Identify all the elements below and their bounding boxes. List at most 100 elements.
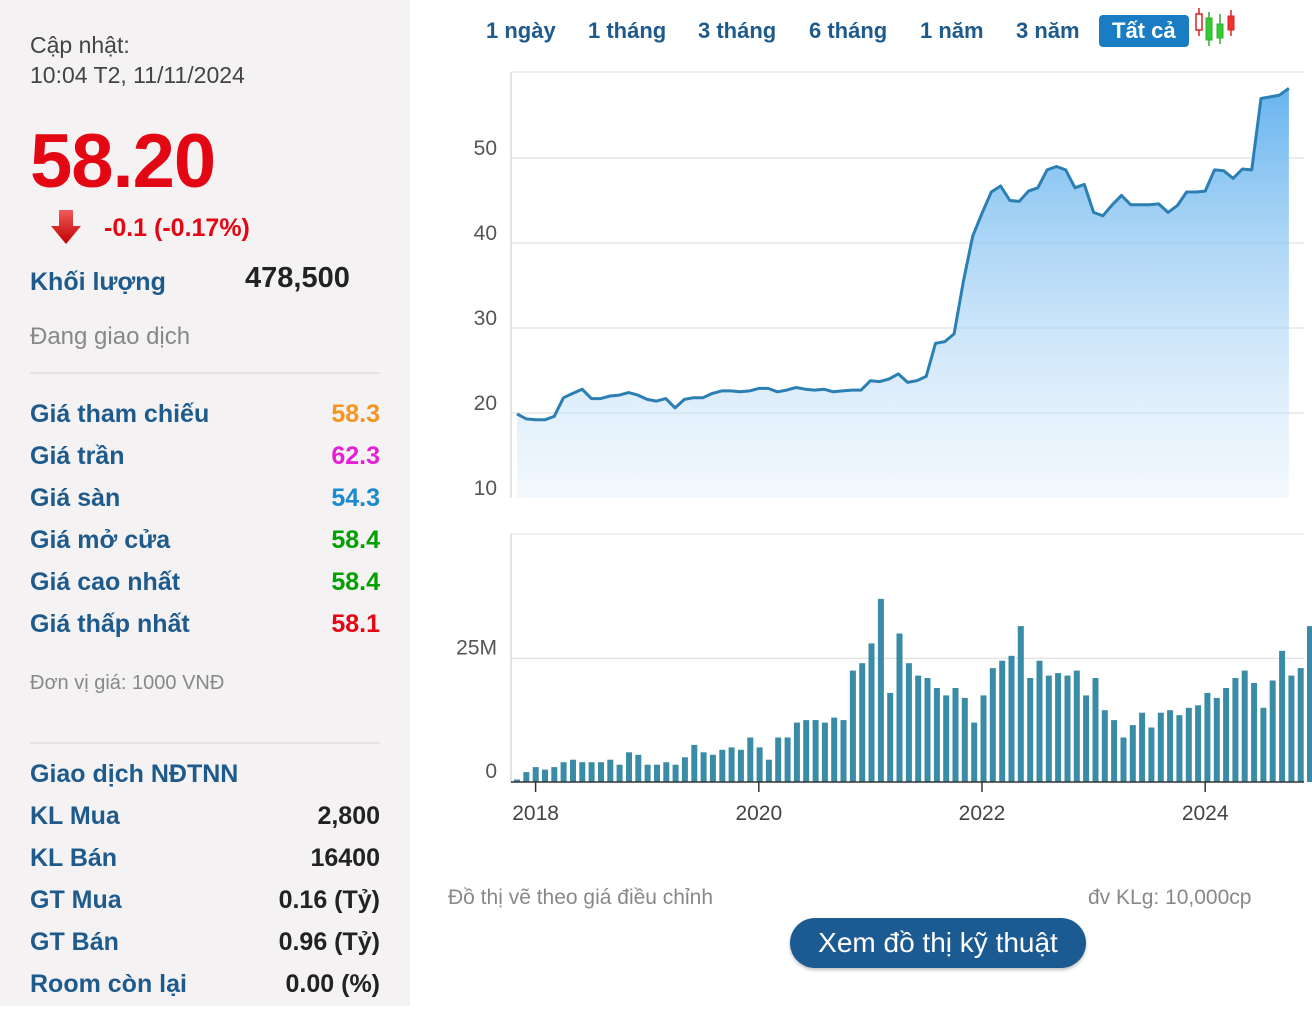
volume-bar [1288,675,1295,782]
volume-bar [616,764,623,782]
volume-bar [821,722,828,782]
volume-bar [1073,670,1080,782]
volume-y-tick-label: 0 [485,760,497,783]
volume-y-tick-label: 25M [456,636,497,659]
volume-bar [999,660,1006,782]
volume-bar [1297,668,1304,782]
foreign-row-value: 0.16 (Tỷ) [278,886,380,914]
volume-bar [1204,692,1211,782]
volume-bar [728,747,735,782]
volume-bar [1185,707,1192,783]
volume-bar [663,762,670,782]
x-tick-label: 2024 [1182,802,1229,825]
volume-bar [924,678,931,782]
volume-bar [849,670,856,782]
volume-bar [793,722,800,782]
price-y-axis: 10 20 30 40 50 [474,137,497,500]
volume-bar [532,767,539,782]
volume-bar [784,737,791,782]
technical-chart-button[interactable]: Xem đồ thị kỹ thuật [790,918,1086,968]
foreign-row-buy-value: GT Mua 0.16 (Tỷ) [30,886,380,920]
volume-bar [887,692,894,782]
volume-bar [579,762,586,782]
volume-bar [598,762,604,782]
volume-bar [1036,660,1043,782]
volume-bar [803,720,810,782]
foreign-row-label: Room còn lại [30,970,187,998]
volume-bar [737,749,744,782]
volume-bar [877,598,884,782]
x-tick-label: 2018 [512,802,559,825]
volume-bar [1213,697,1220,782]
volume-bar [570,759,576,782]
volume-bar [1064,675,1071,782]
volume-bar [719,749,726,782]
price-y-tick-label: 10 [474,477,497,500]
volume-bar [840,720,847,782]
volume-bar [980,695,987,782]
volume-bar [1045,675,1052,782]
price-y-tick-label: 30 [474,307,497,330]
volume-bar [812,720,819,782]
volume-bar [1092,678,1099,782]
volume-y-axis: 0 25M [456,636,497,783]
volume-bar [971,722,978,782]
volume-bar [1260,707,1267,783]
volume-bar [1111,720,1118,782]
volume-bar [1176,715,1183,782]
volume-bar [1279,650,1286,782]
volume-bar [1027,678,1034,782]
volume-bar [1167,710,1174,782]
volume-bars [514,598,1312,783]
volume-unit-note: đv KLg: 10,000cp [1088,886,1252,909]
volume-bar [952,688,959,782]
volume-bar [943,695,950,782]
volume-bar [775,737,782,782]
volume-bar [859,663,866,782]
volume-bar [1223,688,1230,782]
volume-bar [1157,712,1164,782]
volume-bar [1195,705,1202,782]
volume-bar [551,767,558,782]
x-tick-label: 2022 [959,802,1006,825]
volume-bar [644,764,651,782]
price-y-tick-label: 40 [474,222,497,245]
volume-bar [896,633,903,782]
volume-bar [989,668,996,782]
volume-bar [700,752,707,782]
volume-bar [1017,626,1024,782]
volume-bar [1120,737,1127,782]
volume-bar [635,754,642,782]
price-y-tick-label: 50 [474,137,497,160]
price-area [517,88,1289,499]
volume-bar [756,747,763,782]
volume-bar [654,764,660,782]
volume-bar [1232,678,1239,782]
adjusted-price-note: Đồ thị vẽ theo giá điều chỉnh [448,886,714,909]
volume-bar [1055,673,1062,782]
foreign-row-label: GT Mua [30,886,122,914]
volume-bar [1139,712,1146,782]
foreign-row-label: GT Bán [30,928,119,956]
volume-bar [868,643,875,782]
volume-bar [542,769,548,782]
volume-bar [1101,710,1108,782]
volume-bar [691,744,698,782]
volume-bar [626,752,632,782]
foreign-row-room: Room còn lại 0.00 (%) [30,970,380,1004]
price-y-tick-label: 20 [474,392,497,415]
volume-bar [831,717,838,782]
volume-bar [905,663,912,782]
volume-bar [681,757,688,783]
foreign-row-value: 0.96 (Tỷ) [278,928,380,956]
volume-bar [1129,725,1136,782]
volume-bar [1307,626,1312,782]
volume-bar [765,759,772,782]
volume-bar [1008,655,1015,782]
volume-bar [915,675,922,782]
foreign-row-sell-value: GT Bán 0.96 (Tỷ) [30,928,380,962]
volume-bar [560,762,567,782]
foreign-row-value: 0.00 (%) [285,970,380,998]
volume-bar [1241,670,1248,782]
volume-bar [1269,680,1276,782]
